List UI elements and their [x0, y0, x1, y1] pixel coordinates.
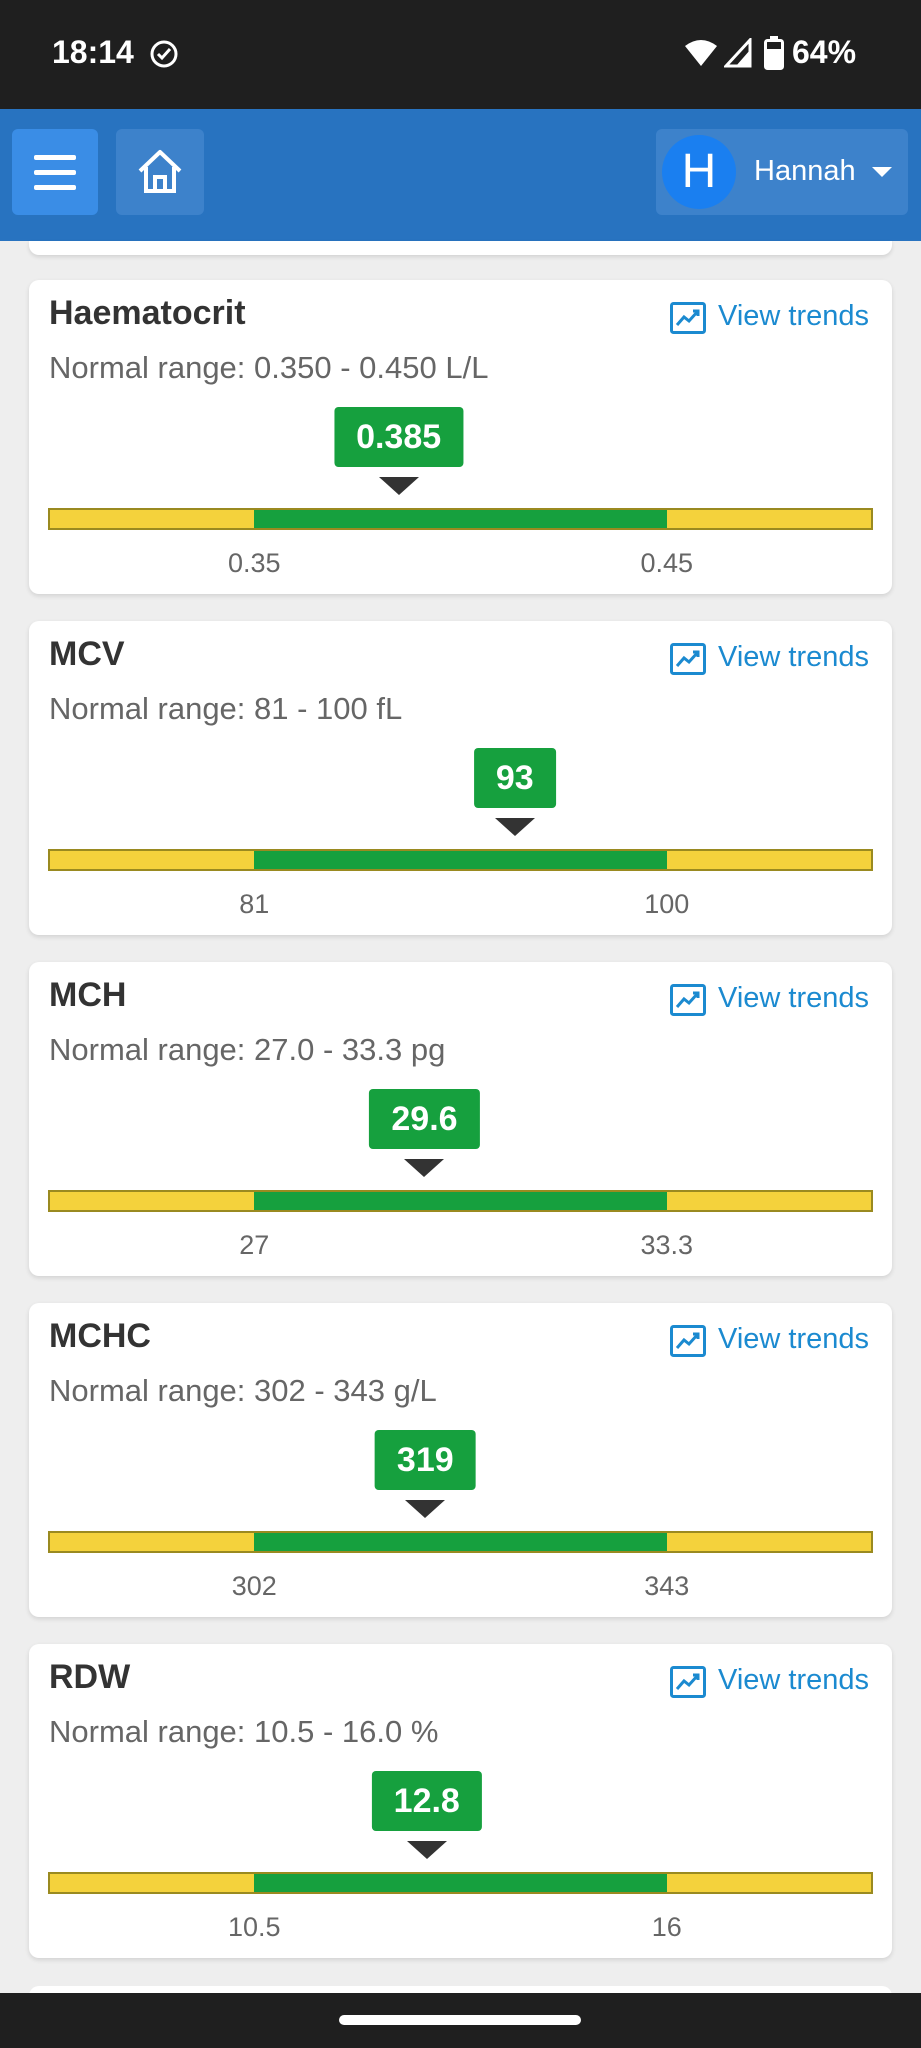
trend-chart-icon [670, 643, 706, 675]
range-gauge [48, 1190, 873, 1212]
range-low-label: 0.35 [227, 548, 281, 578]
result-value-badge: 29.6 [369, 1089, 480, 1149]
result-value-badge: 319 [374, 1430, 476, 1490]
view-trends-label: View trends [718, 982, 869, 1014]
result-card: RDW View trends Normal range: 10.5 - 16.0 … [29, 1644, 892, 1958]
cellular-signal-icon [724, 38, 752, 68]
normal-band [254, 1533, 667, 1551]
previous-card-edge [29, 241, 892, 255]
home-icon [138, 150, 182, 193]
result-value-badge: 12.8 [371, 1771, 482, 1831]
view-trends-label: View trends [718, 641, 869, 673]
result-value-badge: 0.385 [334, 407, 464, 467]
normal-range: Normal range: 0.350 - 0.450 L/L [49, 350, 489, 385]
normal-band [254, 510, 667, 528]
normal-range: Normal range: 27.0 - 33.3 pg [49, 1032, 446, 1067]
normal-band [254, 851, 667, 869]
range-gauge [48, 1531, 873, 1553]
value-pointer-icon [378, 477, 419, 495]
home-button[interactable] [116, 129, 204, 215]
view-trends-link[interactable]: View trends [670, 1662, 872, 1702]
wifi-icon [685, 40, 717, 66]
view-trends-link[interactable]: View trends [670, 980, 872, 1020]
result-name: RDW [49, 1658, 131, 1696]
result-name: MCH [49, 976, 127, 1014]
user-menu-button[interactable]: H Hannah [656, 129, 908, 215]
trend-chart-icon [670, 1666, 706, 1698]
result-name: MCV [49, 635, 125, 673]
menu-icon [34, 155, 76, 160]
value-pointer-icon [405, 1500, 446, 1518]
result-card: Haematocrit View trends Normal range: 0.35… [29, 280, 892, 594]
range-high-label: 0.45 [640, 548, 694, 578]
result-card: MCH View trends Normal range: 27.0 - 33.3 … [29, 962, 892, 1276]
trend-chart-icon [670, 1325, 706, 1357]
battery-icon [764, 36, 784, 70]
normal-range: Normal range: 302 - 343 g/L [49, 1373, 437, 1408]
navigation-bar [0, 1993, 921, 2048]
view-trends-link[interactable]: View trends [670, 298, 872, 338]
result-name: MCHC [49, 1317, 151, 1355]
normal-range: Normal range: 81 - 100 fL [49, 691, 403, 726]
view-trends-link[interactable]: View trends [670, 639, 872, 679]
avatar: H [662, 135, 736, 209]
result-card: MCV View trends Normal range: 81 - 100 fL 9… [29, 621, 892, 935]
view-trends-label: View trends [718, 300, 869, 332]
view-trends-label: View trends [718, 1323, 869, 1355]
range-low-label: 10.5 [227, 1912, 281, 1942]
status-bar: 18:14 64% [0, 0, 921, 109]
range-high-label: 33.3 [640, 1230, 694, 1260]
result-value-badge: 93 [473, 748, 556, 808]
view-trends-link[interactable]: View trends [670, 1321, 872, 1361]
value-pointer-icon [494, 818, 535, 836]
normal-band [254, 1192, 667, 1210]
range-low-label: 27 [239, 1230, 270, 1260]
home-gesture-pill[interactable] [339, 2015, 581, 2025]
caret-down-icon [872, 167, 892, 177]
status-time: 18:14 [52, 34, 134, 70]
range-high-label: 16 [651, 1912, 682, 1942]
range-gauge [48, 1872, 873, 1894]
view-trends-label: View trends [718, 1664, 869, 1696]
range-low-label: 81 [239, 889, 270, 919]
value-pointer-icon [404, 1159, 445, 1177]
trend-chart-icon [670, 984, 706, 1016]
normal-range: Normal range: 10.5 - 16.0 % [49, 1714, 439, 1749]
app-bar: H Hannah [0, 109, 921, 241]
normal-band [254, 1874, 667, 1892]
result-name: Haematocrit [49, 294, 246, 332]
check-circle-icon [150, 40, 178, 68]
result-card: MCHC View trends Normal range: 302 - 343 g… [29, 1303, 892, 1617]
battery-percentage: 64% [792, 34, 857, 70]
trend-chart-icon [670, 302, 706, 334]
range-gauge [48, 508, 873, 530]
user-name: Hannah [754, 155, 856, 187]
menu-button[interactable] [12, 129, 98, 215]
range-gauge [48, 849, 873, 871]
value-pointer-icon [406, 1841, 447, 1859]
range-low-label: 302 [231, 1571, 277, 1601]
range-high-label: 343 [644, 1571, 690, 1601]
range-high-label: 100 [644, 889, 690, 919]
